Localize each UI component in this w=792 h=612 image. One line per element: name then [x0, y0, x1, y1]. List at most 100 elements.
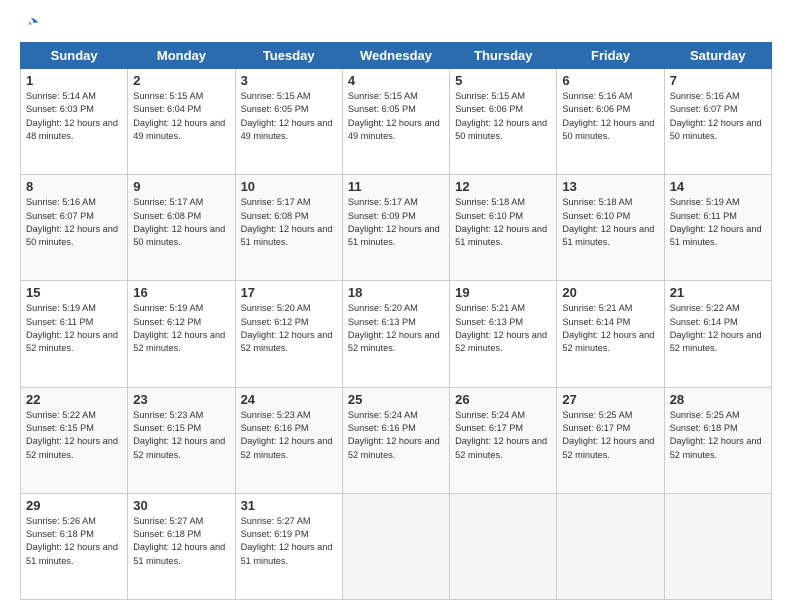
- calendar-body: 1Sunrise: 5:14 AMSunset: 6:03 PMDaylight…: [21, 69, 772, 600]
- calendar-row: 29Sunrise: 5:26 AMSunset: 6:18 PMDayligh…: [21, 493, 772, 599]
- day-info: Sunrise: 5:15 AMSunset: 6:05 PMDaylight:…: [348, 91, 440, 141]
- day-info: Sunrise: 5:25 AMSunset: 6:17 PMDaylight:…: [562, 410, 654, 460]
- day-number: 7: [670, 73, 766, 88]
- day-number: 24: [241, 392, 337, 407]
- day-info: Sunrise: 5:19 AMSunset: 6:11 PMDaylight:…: [26, 303, 118, 353]
- day-info: Sunrise: 5:24 AMSunset: 6:16 PMDaylight:…: [348, 410, 440, 460]
- calendar-cell: 2Sunrise: 5:15 AMSunset: 6:04 PMDaylight…: [128, 69, 235, 175]
- weekday-header-cell: Monday: [128, 43, 235, 69]
- day-number: 14: [670, 179, 766, 194]
- calendar-cell: 16 Sunrise: 5:19 AMSunset: 6:12 PMDayligh…: [128, 281, 235, 387]
- day-info: Sunrise: 5:17 AMSunset: 6:08 PMDaylight:…: [241, 197, 333, 247]
- weekday-header-cell: Wednesday: [342, 43, 449, 69]
- calendar-cell: 20Sunrise: 5:21 AMSunset: 6:14 PMDayligh…: [557, 281, 664, 387]
- day-info: Sunrise: 5:18 AMSunset: 6:10 PMDaylight:…: [562, 197, 654, 247]
- calendar-cell: [450, 493, 557, 599]
- calendar-cell: 4 Sunrise: 5:15 AMSunset: 6:05 PMDaylight…: [342, 69, 449, 175]
- day-number: 21: [670, 285, 766, 300]
- day-info: Sunrise: 5:18 AMSunset: 6:10 PMDaylight:…: [455, 197, 547, 247]
- day-info: Sunrise: 5:27 AMSunset: 6:19 PMDaylight:…: [241, 516, 333, 566]
- day-info: Sunrise: 5:16 AMSunset: 6:06 PMDaylight:…: [562, 91, 654, 141]
- day-number: 28: [670, 392, 766, 407]
- day-number: 22: [26, 392, 122, 407]
- day-info: Sunrise: 5:20 AMSunset: 6:13 PMDaylight:…: [348, 303, 440, 353]
- calendar-cell: 11 Sunrise: 5:17 AMSunset: 6:09 PMDayligh…: [342, 175, 449, 281]
- calendar-cell: 18 Sunrise: 5:20 AMSunset: 6:13 PMDayligh…: [342, 281, 449, 387]
- day-info: Sunrise: 5:15 AMSunset: 6:05 PMDaylight:…: [241, 91, 333, 141]
- day-info: Sunrise: 5:16 AMSunset: 6:07 PMDaylight:…: [26, 197, 118, 247]
- calendar-cell: 21 Sunrise: 5:22 AMSunset: 6:14 PMDayligh…: [664, 281, 771, 387]
- day-info: Sunrise: 5:19 AMSunset: 6:12 PMDaylight:…: [133, 303, 225, 353]
- calendar-cell: 6 Sunrise: 5:16 AMSunset: 6:06 PMDaylight…: [557, 69, 664, 175]
- calendar-cell: [557, 493, 664, 599]
- calendar-row: 15Sunrise: 5:19 AMSunset: 6:11 PMDayligh…: [21, 281, 772, 387]
- day-info: Sunrise: 5:17 AMSunset: 6:08 PMDaylight:…: [133, 197, 225, 247]
- day-info: Sunrise: 5:23 AMSunset: 6:15 PMDaylight:…: [133, 410, 225, 460]
- calendar-cell: 24 Sunrise: 5:23 AMSunset: 6:16 PMDayligh…: [235, 387, 342, 493]
- header: [20, 16, 772, 34]
- day-number: 25: [348, 392, 444, 407]
- calendar-row: 8 Sunrise: 5:16 AMSunset: 6:07 PMDaylight…: [21, 175, 772, 281]
- day-number: 4: [348, 73, 444, 88]
- calendar-cell: 3 Sunrise: 5:15 AMSunset: 6:05 PMDaylight…: [235, 69, 342, 175]
- calendar-cell: 22 Sunrise: 5:22 AMSunset: 6:15 PMDayligh…: [21, 387, 128, 493]
- day-info: Sunrise: 5:25 AMSunset: 6:18 PMDaylight:…: [670, 410, 762, 460]
- weekday-header-cell: Saturday: [664, 43, 771, 69]
- day-number: 19: [455, 285, 551, 300]
- calendar-cell: 25 Sunrise: 5:24 AMSunset: 6:16 PMDayligh…: [342, 387, 449, 493]
- day-info: Sunrise: 5:17 AMSunset: 6:09 PMDaylight:…: [348, 197, 440, 247]
- calendar-cell: 14 Sunrise: 5:19 AMSunset: 6:11 PMDayligh…: [664, 175, 771, 281]
- calendar-cell: [664, 493, 771, 599]
- day-number: 8: [26, 179, 122, 194]
- day-number: 2: [133, 73, 229, 88]
- calendar-cell: 10 Sunrise: 5:17 AMSunset: 6:08 PMDayligh…: [235, 175, 342, 281]
- day-info: Sunrise: 5:16 AMSunset: 6:07 PMDaylight:…: [670, 91, 762, 141]
- day-info: Sunrise: 5:27 AMSunset: 6:18 PMDaylight:…: [133, 516, 225, 566]
- day-number: 6: [562, 73, 658, 88]
- day-number: 18: [348, 285, 444, 300]
- weekday-header-cell: Tuesday: [235, 43, 342, 69]
- weekday-header-cell: Thursday: [450, 43, 557, 69]
- day-info: Sunrise: 5:24 AMSunset: 6:17 PMDaylight:…: [455, 410, 547, 460]
- day-number: 30: [133, 498, 229, 513]
- day-info: Sunrise: 5:22 AMSunset: 6:15 PMDaylight:…: [26, 410, 118, 460]
- page: SundayMondayTuesdayWednesdayThursdayFrid…: [0, 0, 792, 612]
- calendar-row: 22 Sunrise: 5:22 AMSunset: 6:15 PMDayligh…: [21, 387, 772, 493]
- day-number: 31: [241, 498, 337, 513]
- day-info: Sunrise: 5:15 AMSunset: 6:06 PMDaylight:…: [455, 91, 547, 141]
- calendar-cell: 19 Sunrise: 5:21 AMSunset: 6:13 PMDayligh…: [450, 281, 557, 387]
- day-info: Sunrise: 5:21 AMSunset: 6:13 PMDaylight:…: [455, 303, 547, 353]
- day-info: Sunrise: 5:14 AMSunset: 6:03 PMDaylight:…: [26, 91, 118, 141]
- day-info: Sunrise: 5:23 AMSunset: 6:16 PMDaylight:…: [241, 410, 333, 460]
- day-info: Sunrise: 5:26 AMSunset: 6:18 PMDaylight:…: [26, 516, 118, 566]
- day-info: Sunrise: 5:22 AMSunset: 6:14 PMDaylight:…: [670, 303, 762, 353]
- calendar-cell: 12 Sunrise: 5:18 AMSunset: 6:10 PMDayligh…: [450, 175, 557, 281]
- calendar-cell: 5 Sunrise: 5:15 AMSunset: 6:06 PMDaylight…: [450, 69, 557, 175]
- calendar-cell: 7 Sunrise: 5:16 AMSunset: 6:07 PMDaylight…: [664, 69, 771, 175]
- calendar-cell: 17 Sunrise: 5:20 AMSunset: 6:12 PMDayligh…: [235, 281, 342, 387]
- day-number: 23: [133, 392, 229, 407]
- calendar-cell: 15Sunrise: 5:19 AMSunset: 6:11 PMDayligh…: [21, 281, 128, 387]
- weekday-header-row: SundayMondayTuesdayWednesdayThursdayFrid…: [21, 43, 772, 69]
- day-number: 10: [241, 179, 337, 194]
- calendar-row: 1Sunrise: 5:14 AMSunset: 6:03 PMDaylight…: [21, 69, 772, 175]
- day-number: 11: [348, 179, 444, 194]
- day-info: Sunrise: 5:20 AMSunset: 6:12 PMDaylight:…: [241, 303, 333, 353]
- day-info: Sunrise: 5:19 AMSunset: 6:11 PMDaylight:…: [670, 197, 762, 247]
- day-info: Sunrise: 5:21 AMSunset: 6:14 PMDaylight:…: [562, 303, 654, 353]
- calendar-cell: 9Sunrise: 5:17 AMSunset: 6:08 PMDaylight…: [128, 175, 235, 281]
- day-number: 5: [455, 73, 551, 88]
- day-number: 3: [241, 73, 337, 88]
- calendar-cell: 13 Sunrise: 5:18 AMSunset: 6:10 PMDayligh…: [557, 175, 664, 281]
- weekday-header-cell: Sunday: [21, 43, 128, 69]
- day-number: 16: [133, 285, 229, 300]
- day-number: 26: [455, 392, 551, 407]
- day-number: 12: [455, 179, 551, 194]
- weekday-header-cell: Friday: [557, 43, 664, 69]
- calendar-table: SundayMondayTuesdayWednesdayThursdayFrid…: [20, 42, 772, 600]
- logo-bird-icon: [22, 16, 40, 34]
- day-number: 13: [562, 179, 658, 194]
- calendar-cell: 23 Sunrise: 5:23 AMSunset: 6:15 PMDayligh…: [128, 387, 235, 493]
- calendar-cell: 29Sunrise: 5:26 AMSunset: 6:18 PMDayligh…: [21, 493, 128, 599]
- day-number: 17: [241, 285, 337, 300]
